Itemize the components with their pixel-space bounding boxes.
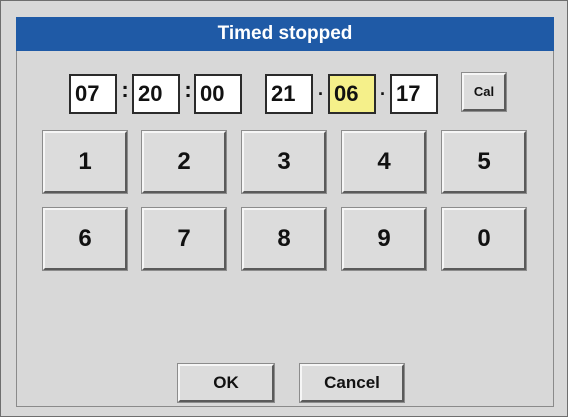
keypad-row-1: 1 2 3 4 5 — [1, 130, 568, 194]
minute-field[interactable]: 20 — [132, 74, 180, 114]
date-separator: · — [380, 84, 386, 104]
hour-field[interactable]: 07 — [69, 74, 117, 114]
time-separator: : — [121, 77, 129, 102]
key-1-button[interactable]: 1 — [42, 130, 128, 194]
date-field-2[interactable]: 06 — [328, 74, 376, 114]
date-field-1[interactable]: 21 — [265, 74, 313, 114]
ok-button[interactable]: OK — [177, 363, 275, 403]
cancel-button[interactable]: Cancel — [299, 363, 405, 403]
dialog-window: Timed stopped 07 : 20 : 00 21 · 06 · 17 … — [0, 0, 568, 417]
keypad-row-2: 6 7 8 9 0 — [1, 207, 568, 271]
key-0-button[interactable]: 0 — [441, 207, 527, 271]
date-field-3[interactable]: 17 — [390, 74, 438, 114]
key-4-button[interactable]: 4 — [341, 130, 427, 194]
key-9-button[interactable]: 9 — [341, 207, 427, 271]
dialog-title: Timed stopped — [16, 17, 554, 51]
key-3-button[interactable]: 3 — [241, 130, 327, 194]
calendar-button[interactable]: Cal — [461, 72, 507, 112]
key-6-button[interactable]: 6 — [42, 207, 128, 271]
second-field[interactable]: 00 — [194, 74, 242, 114]
key-2-button[interactable]: 2 — [141, 130, 227, 194]
date-separator: · — [318, 84, 324, 104]
key-8-button[interactable]: 8 — [241, 207, 327, 271]
key-5-button[interactable]: 5 — [441, 130, 527, 194]
time-separator: : — [184, 77, 192, 102]
key-7-button[interactable]: 7 — [141, 207, 227, 271]
